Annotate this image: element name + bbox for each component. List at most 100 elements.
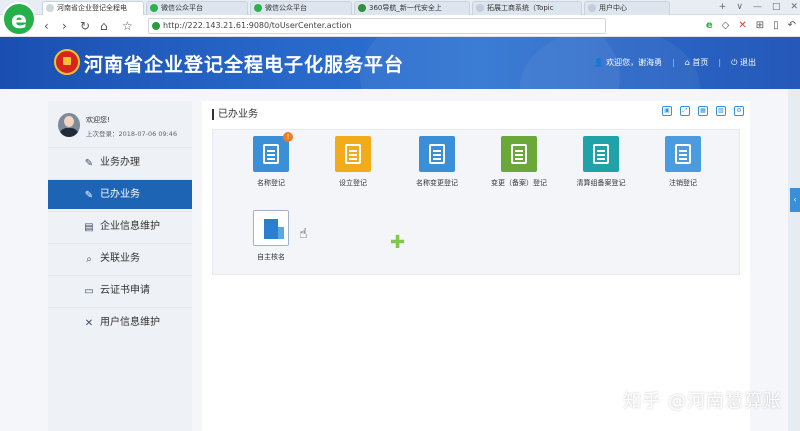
window-controls: + ∨ — □ ✕ [719, 0, 798, 15]
block-icon[interactable]: ✕ [738, 18, 746, 34]
undo-icon[interactable]: ↶ [788, 18, 796, 34]
browser-tab-title: 用户中心 [599, 4, 627, 12]
sidebar-item-business-handling[interactable]: ✎ 业务办理 [48, 147, 192, 177]
sidebar-item-label: 云证书申请 [100, 285, 150, 296]
sidebar-item-cloud-certificate[interactable]: ▭ 云证书申请 [48, 275, 192, 305]
sidebar-item-label: 用户信息维护 [100, 317, 160, 328]
establishment-registration-button[interactable]: 设立登记 [313, 136, 393, 196]
url-text: http://222.143.21.61:9080/toUserCenter.a… [163, 21, 352, 30]
browser-tab[interactable]: 拓展工商系统（Topic [472, 1, 582, 15]
change-registration-button[interactable]: 变更（备案）登记 [479, 136, 559, 196]
deregistration-button[interactable]: 注销登记 [643, 136, 723, 196]
browser-tab-title: 拓展工商系统（Topic [487, 4, 554, 12]
main-panel: 已办业务 ▣ ⤢ ▦ ▧ ⚙ ! 名称登记 设立登记 名称变更登记 变更（备案）… [202, 101, 750, 431]
edit-icon: ✎ [84, 190, 94, 201]
user-greeting: 欢迎您，谢海勇 [606, 58, 663, 67]
side-panel-toggle-button[interactable]: ‹ [790, 188, 800, 212]
business-label: 注销登记 [669, 179, 697, 187]
avatar [58, 113, 80, 137]
save-icon[interactable]: ▣ [662, 106, 672, 116]
building-icon: ▤ [84, 222, 94, 233]
url-input[interactable]: http://222.143.21.61:9080/toUserCenter.a… [148, 18, 606, 34]
expand-icon[interactable]: ⤢ [680, 106, 690, 116]
scrollbar[interactable] [788, 89, 800, 431]
watermark-text: 知乎 @河南慧算账 [623, 391, 782, 412]
name-registration-button[interactable]: ! 名称登记 [231, 132, 311, 196]
last-login-text: 上次登录：2018-07-06 09:46 [86, 130, 178, 138]
logout-link[interactable]: ⏻ 退出 [731, 57, 756, 68]
browser-tab[interactable]: 微信公众平台 [250, 1, 352, 15]
close-window-button[interactable]: ✕ [790, 0, 798, 15]
sidebar-item-company-info[interactable]: ▤ 企业信息维护 [48, 211, 192, 241]
move-cross-icon: ✚ [390, 232, 406, 253]
extension-icon[interactable]: ◇ [722, 18, 730, 34]
divider: | [672, 58, 675, 67]
browser-tab[interactable]: 微信公众平台 [146, 1, 248, 15]
edit-icon: ✎ [84, 158, 94, 169]
user-info: 欢迎您! 上次登录：2018-07-06 09:46 [48, 101, 192, 147]
wechat-icon [150, 4, 158, 12]
home-icon: ⌂ [684, 58, 690, 67]
device-icon[interactable]: ▯ [773, 18, 779, 34]
certificate-icon: ▭ [84, 286, 94, 297]
browser-tab[interactable]: 用户中心 [584, 1, 670, 15]
name-registration-icon [253, 136, 289, 172]
liquidation-filing-icon [583, 136, 619, 172]
liquidation-filing-button[interactable]: 清算组备案登记 [561, 136, 641, 196]
browser-tab[interactable]: 河南省企业登记全程电 [42, 1, 144, 15]
user-greeting-link[interactable]: 👤 欢迎您，谢海勇 [594, 57, 663, 68]
user-icon: 👤 [593, 58, 604, 67]
home-label: 首页 [692, 58, 709, 67]
browser-logo-icon: e [2, 2, 36, 36]
divider: | [718, 58, 722, 67]
page-favicon-icon [46, 4, 54, 12]
wechat-icon [254, 4, 262, 12]
secure-lock-icon [152, 22, 160, 30]
hand-cursor-icon: ☝ [299, 226, 308, 242]
sidebar-item-user-info[interactable]: ✕ 用户信息维护 [48, 307, 192, 337]
page-favicon-icon [476, 4, 484, 12]
360-icon [358, 4, 366, 12]
favorite-star-icon[interactable]: ☆ [122, 18, 133, 34]
page-favicon-icon [588, 4, 596, 12]
logout-label: 退出 [740, 58, 756, 67]
tools-icon: ✕ [84, 318, 94, 329]
browser-tab[interactable]: 360导航_新一代安全上 [354, 1, 470, 15]
business-label: 自主核名 [257, 253, 285, 261]
search-doc-icon: ⌕ [86, 254, 92, 265]
welcome-text: 欢迎您! [86, 116, 110, 124]
panel-toolbar: ▣ ⤢ ▦ ▧ ⚙ [662, 106, 744, 116]
name-change-registration-button[interactable]: 名称变更登记 [397, 136, 477, 196]
name-change-registration-icon [419, 136, 455, 172]
home-button[interactable]: ⌂ [100, 18, 108, 34]
notification-badge: ! [283, 132, 293, 142]
sidebar-item-completed-business[interactable]: ✎ 已办业务 [48, 179, 192, 209]
apps-icon[interactable]: ⊞ [756, 18, 764, 34]
maximize-button[interactable]: □ [772, 0, 781, 15]
establishment-registration-icon [335, 136, 371, 172]
browser-toolbar: e ◇ ✕ ⊞ ▯ ↶ [706, 18, 796, 34]
business-grid: ! 名称登记 设立登记 名称变更登记 变更（备案）登记 清算组备案登记 注销登记… [212, 129, 740, 275]
new-tab-button[interactable]: + [719, 0, 727, 15]
tab-list-button[interactable]: ∨ [736, 0, 743, 15]
sidebar-item-label: 已办业务 [100, 189, 140, 200]
settings-icon[interactable]: ⚙ [734, 106, 744, 116]
power-icon: ⏻ [731, 58, 738, 67]
browser-tab-title: 微信公众平台 [265, 4, 307, 12]
back-button[interactable]: ‹ [44, 18, 49, 34]
refresh-button[interactable]: ↻ [80, 18, 90, 34]
ie-mode-icon[interactable]: e [706, 18, 713, 34]
minimize-button[interactable]: — [753, 0, 762, 15]
change-registration-icon [501, 136, 537, 172]
address-bar-row: ‹ › ↻ ⌂ ☆ http://222.143.21.61:9080/toUs… [0, 15, 800, 37]
forward-button[interactable]: › [62, 18, 67, 34]
sidebar-item-related-business[interactable]: ⌕ 关联业务 [48, 243, 192, 273]
home-link[interactable]: ⌂ 首页 [685, 57, 709, 68]
browser-tab-title: 360导航_新一代安全上 [369, 4, 442, 12]
grid-icon[interactable]: ▦ [698, 106, 708, 116]
building-icon [253, 210, 289, 246]
sidebar-item-label: 企业信息维护 [100, 221, 160, 232]
export-icon[interactable]: ▧ [716, 106, 726, 116]
page-body: 欢迎您! 上次登录：2018-07-06 09:46 ✎ 业务办理 ✎ 已办业务… [0, 89, 800, 431]
national-emblem-icon [54, 49, 80, 75]
